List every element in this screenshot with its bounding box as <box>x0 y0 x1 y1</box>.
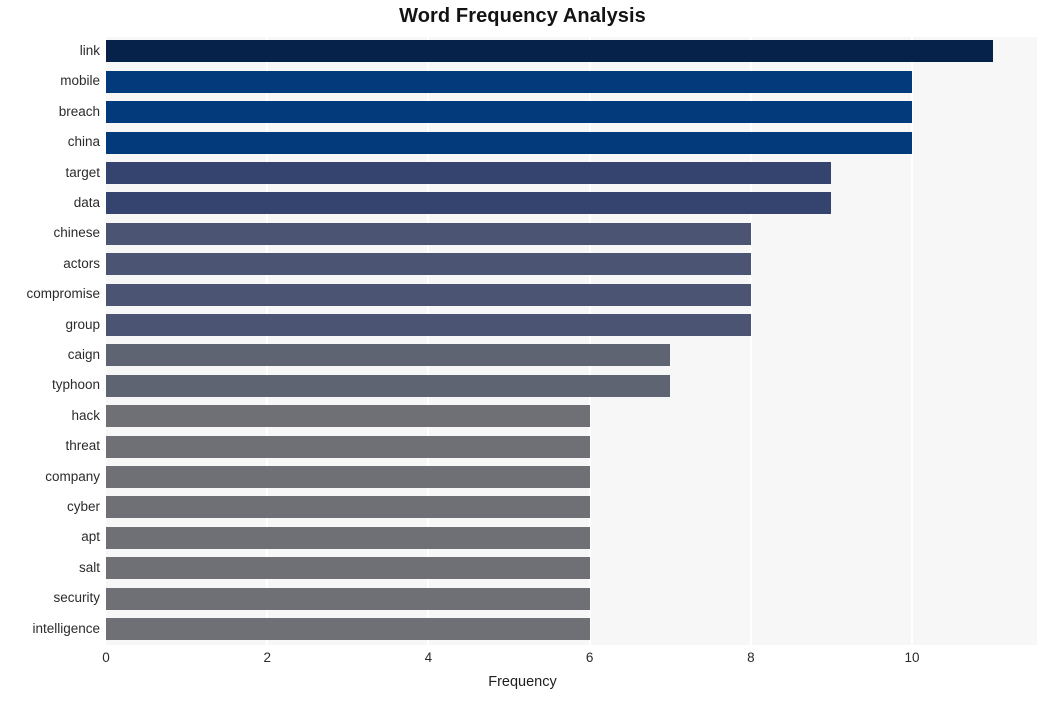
bar-row[interactable] <box>106 67 1037 96</box>
bar-security[interactable] <box>106 587 590 610</box>
bar-row[interactable] <box>106 37 1037 66</box>
bar-actors[interactable] <box>106 253 751 276</box>
bar-row[interactable] <box>106 523 1037 552</box>
bar-row[interactable] <box>106 554 1037 583</box>
y-tick-label-hack: hack <box>71 407 100 423</box>
bar-row[interactable] <box>106 311 1037 340</box>
y-tick-label-intelligence: intelligence <box>32 620 100 636</box>
y-axis-labels: link mobile breach china target data chinese ac… <box>0 37 100 645</box>
y-tick-label-security: security <box>53 590 100 606</box>
bar-link[interactable] <box>106 40 993 63</box>
bar-row[interactable] <box>106 159 1037 188</box>
bar-caign[interactable] <box>106 344 671 367</box>
bar-row[interactable] <box>106 615 1037 644</box>
x-tick-label: 0 <box>102 650 110 665</box>
y-tick-label-group: group <box>65 316 100 332</box>
bar-row[interactable] <box>106 280 1037 309</box>
bar-hack[interactable] <box>106 405 590 428</box>
x-tick-label: 10 <box>904 650 920 665</box>
bar-row[interactable] <box>106 402 1037 431</box>
bar-row[interactable] <box>106 128 1037 157</box>
bar-china[interactable] <box>106 131 913 154</box>
y-tick-label-target: target <box>65 164 100 180</box>
y-tick-label-company: company <box>45 468 100 484</box>
bar-typhoon[interactable] <box>106 374 671 397</box>
bar-threat[interactable] <box>106 435 590 458</box>
y-tick-label-actors: actors <box>63 255 100 271</box>
bar-compromise[interactable] <box>106 283 751 306</box>
y-tick-label-caign: caign <box>67 347 100 362</box>
bar-chinese[interactable] <box>106 222 751 245</box>
x-tick-label: 8 <box>747 650 755 665</box>
bar-mobile[interactable] <box>106 70 913 93</box>
bar-row[interactable] <box>106 98 1037 127</box>
x-tick-label: 4 <box>424 650 433 665</box>
y-tick-label-compromise: compromise <box>26 286 100 302</box>
y-tick-label-salt: salt <box>78 559 100 575</box>
y-tick-label-typhoon: typhoon <box>51 377 100 393</box>
bar-row[interactable] <box>106 463 1037 492</box>
word-frequency-chart: Word Frequency Analysis link mobile breach… <box>0 0 1045 701</box>
bars-layer <box>106 37 1037 645</box>
bar-apt[interactable] <box>106 526 590 549</box>
y-tick-label-china: china <box>67 134 100 150</box>
x-tick-label: 2 <box>263 650 271 665</box>
bar-row[interactable] <box>106 584 1037 613</box>
bar-row[interactable] <box>106 432 1037 461</box>
y-tick-label-threat: threat <box>65 438 100 454</box>
bar-cyber[interactable] <box>106 496 590 519</box>
y-tick-label-mobile: mobile <box>60 73 100 89</box>
y-tick-label-cyber: cyber <box>66 499 100 514</box>
y-tick-label-breach: breach <box>58 103 100 119</box>
bar-row[interactable] <box>106 189 1037 218</box>
x-axis-title: Frequency <box>488 674 557 690</box>
x-tick-label: 6 <box>585 650 594 665</box>
bar-intelligence[interactable] <box>106 617 590 640</box>
bar-row[interactable] <box>106 250 1037 279</box>
y-tick-label-chinese: chinese <box>53 225 100 241</box>
bar-row[interactable] <box>106 493 1037 522</box>
bar-row[interactable] <box>106 341 1037 370</box>
bar-salt[interactable] <box>106 557 590 580</box>
y-tick-label-link: link <box>79 43 100 58</box>
bar-group[interactable] <box>106 313 751 336</box>
bar-data[interactable] <box>106 192 832 215</box>
chart-title: Word Frequency Analysis <box>399 5 646 27</box>
bar-row[interactable] <box>106 371 1037 400</box>
bar-breach[interactable] <box>106 101 913 124</box>
y-tick-label-data: data <box>73 195 100 210</box>
bar-company[interactable] <box>106 465 590 488</box>
bar-row[interactable] <box>106 219 1037 248</box>
x-axis-ticks: 0 2 4 6 8 10 <box>0 650 1045 672</box>
bar-target[interactable] <box>106 161 832 184</box>
y-tick-label-apt: apt <box>81 529 100 545</box>
